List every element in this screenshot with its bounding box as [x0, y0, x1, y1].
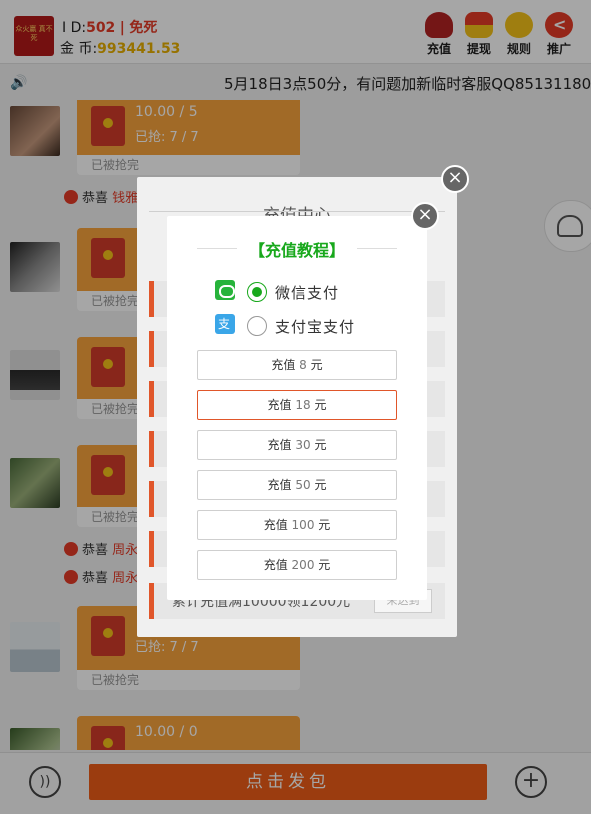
payment-label: 支付宝支付: [275, 318, 356, 336]
recharge-8-button[interactable]: 充值 8 元: [197, 350, 397, 380]
amount-value: 8: [299, 358, 307, 372]
alipay-radio[interactable]: [247, 316, 267, 336]
amount-value: 50: [295, 478, 311, 492]
amount-value: 200: [291, 558, 315, 572]
amount-unit: 元: [318, 518, 331, 532]
title-divider: [357, 248, 397, 249]
recharge-30-button[interactable]: 充值 30 元: [197, 430, 397, 460]
recharge-100-button[interactable]: 充值 100 元: [197, 510, 397, 540]
amount-prefix: 充值: [267, 438, 292, 452]
amount-unit: 元: [314, 438, 327, 452]
recharge-200-button[interactable]: 充值 200 元: [197, 550, 397, 580]
amount-unit: 元: [318, 558, 331, 572]
recharge-tutorial-modal: 【充值教程】 微信支付 支付宝支付 充值 8 元 充值 18 元 充值 30 元…: [167, 216, 427, 600]
recharge-tutorial-title[interactable]: 【充值教程】: [167, 237, 427, 261]
amount-prefix: 充值: [267, 398, 292, 412]
amount-prefix: 充值: [267, 478, 292, 492]
amount-unit: 元: [314, 398, 327, 412]
recharge-18-button[interactable]: 充值 18 元: [197, 390, 397, 420]
payment-option-alipay[interactable]: 支付宝支付: [215, 314, 395, 338]
title-divider: [149, 211, 445, 212]
amount-value: 30: [295, 438, 311, 452]
amount-prefix: 充值: [263, 558, 288, 572]
close-recharge-center-button[interactable]: ×: [441, 165, 469, 193]
amount-prefix: 充值: [263, 518, 288, 532]
amount-unit: 元: [310, 358, 323, 372]
payment-label: 微信支付: [275, 284, 340, 302]
wechat-pay-icon: [215, 280, 235, 300]
recharge-50-button[interactable]: 充值 50 元: [197, 470, 397, 500]
payment-option-wechat[interactable]: 微信支付: [215, 280, 395, 304]
amount-value: 18: [295, 398, 311, 412]
close-icon: ×: [447, 167, 463, 188]
amount-unit: 元: [314, 478, 327, 492]
close-icon: ×: [417, 204, 433, 225]
amount-prefix: 充值: [271, 358, 296, 372]
amount-value: 100: [291, 518, 315, 532]
close-recharge-tutorial-button[interactable]: ×: [411, 202, 439, 230]
alipay-icon: [215, 314, 235, 334]
wechat-radio[interactable]: [247, 282, 267, 302]
